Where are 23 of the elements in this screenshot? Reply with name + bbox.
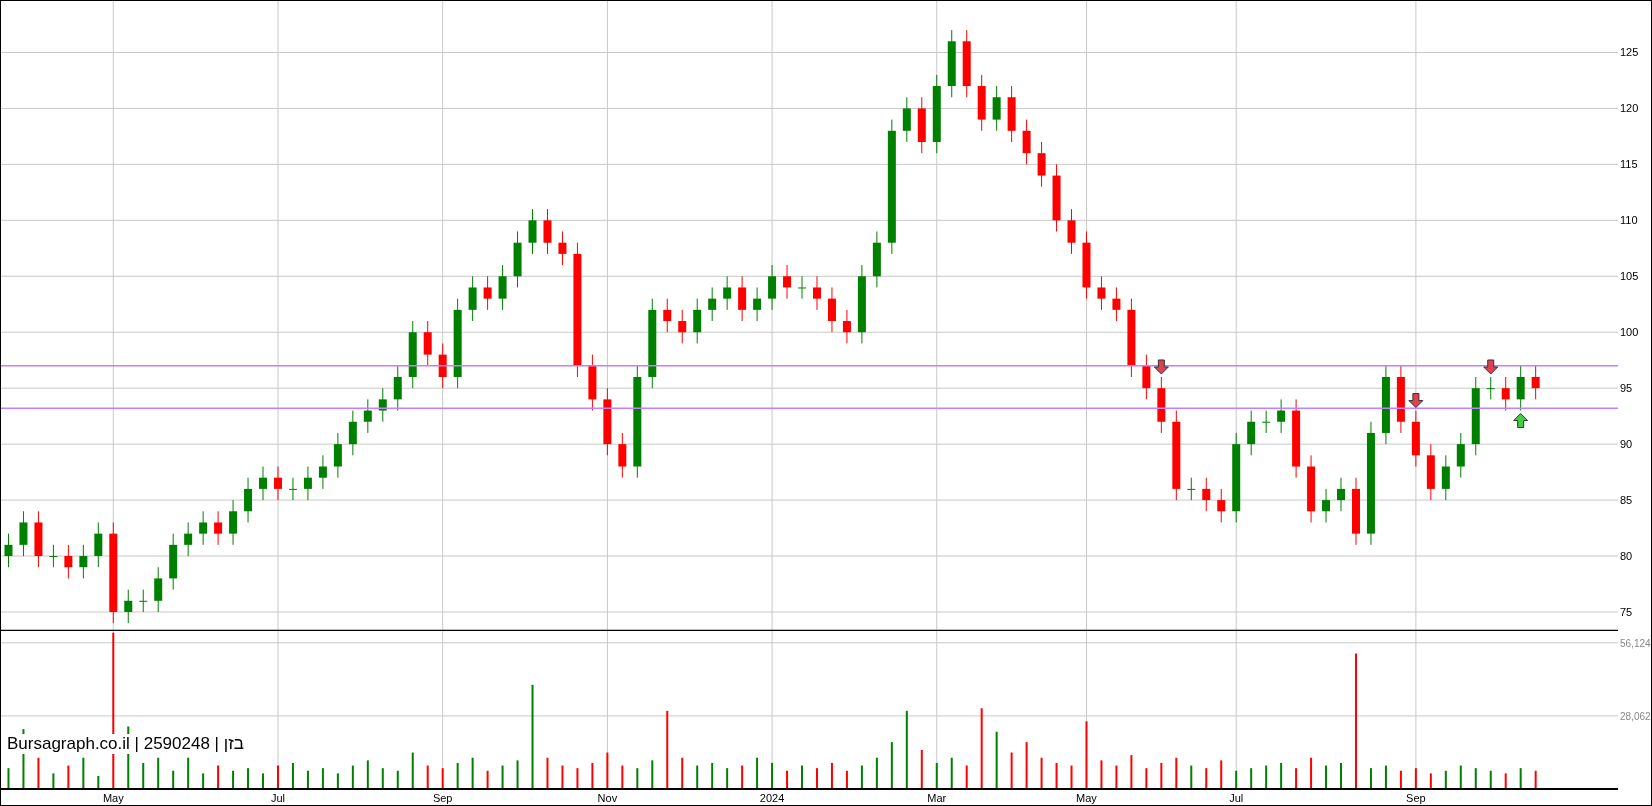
axis-label: 110 (1620, 214, 1638, 227)
axis-label: 120 (1620, 102, 1639, 115)
axis-label: 115 (1620, 158, 1638, 171)
axis-label: 28,062 (1620, 710, 1651, 722)
axis-label: Mar (927, 792, 947, 804)
axis-label: Jul (270, 792, 285, 804)
axis-label: Jul (1229, 792, 1244, 804)
axis-label: 90 (1620, 438, 1633, 451)
axis-label: 80 (1620, 550, 1633, 563)
axis-label: May (102, 792, 124, 804)
axis-label: 85 (1620, 494, 1633, 507)
axis-label: 2024 (759, 792, 785, 804)
axis-label: 75 (1620, 606, 1633, 618)
axis-label: 56,124 (1620, 637, 1651, 649)
axis-label: 95 (1620, 382, 1633, 395)
axis-label: Sep (432, 792, 453, 804)
axis-label: May (1076, 792, 1097, 804)
axis-label: 100 (1620, 326, 1639, 339)
axis-label: Sep (1406, 792, 1426, 804)
axis-label: 105 (1620, 270, 1639, 283)
axis-label: 125 (1620, 46, 1639, 59)
axis-label: Nov (597, 792, 618, 804)
source-label: Bursagraph.co.il | 2590248 | בזן (5, 734, 246, 754)
